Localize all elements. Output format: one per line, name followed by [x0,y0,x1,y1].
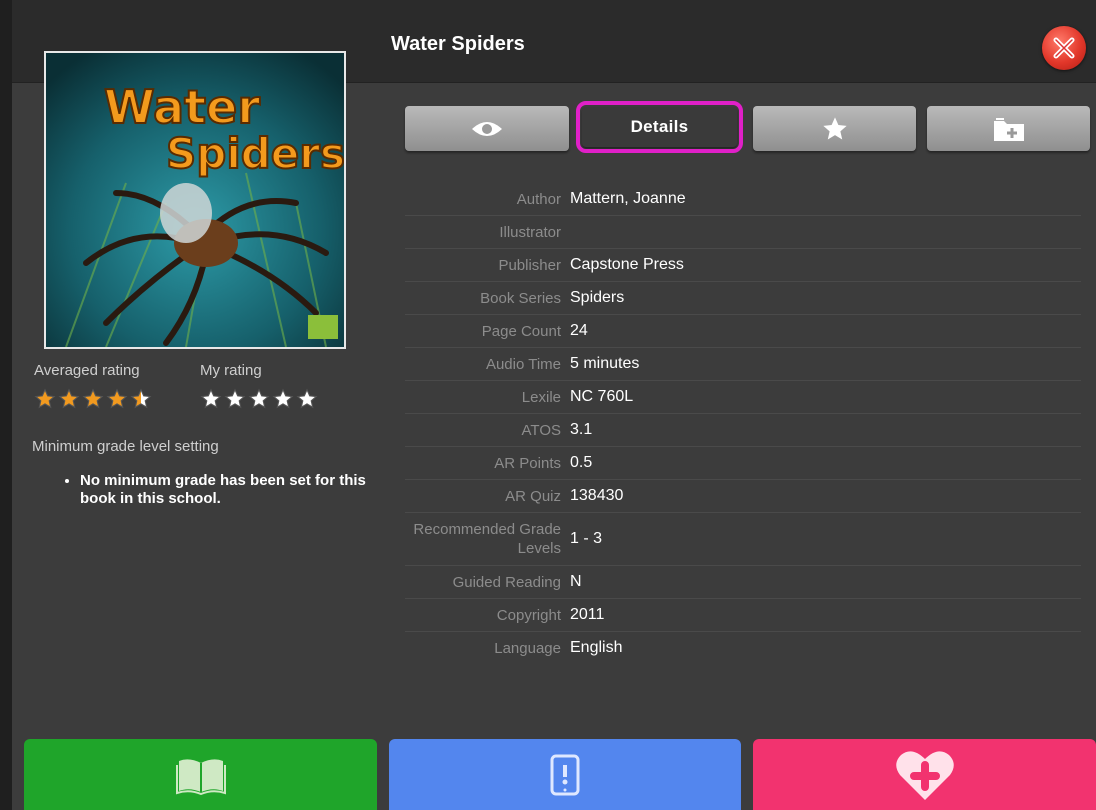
detail-value: N [570,573,582,590]
detail-value: English [570,639,623,656]
star-icon [224,388,246,409]
table-row: Publisher Capstone Press [405,249,1081,282]
table-row: ATOS 3.1 [405,414,1081,447]
star-icon [248,388,270,409]
table-row: Audio Time 5 minutes [405,348,1081,381]
table-row: AR Quiz 138430 [405,480,1081,513]
heart-plus-icon [895,750,954,800]
detail-value: 2011 [570,606,605,623]
detail-key: Author [516,190,561,208]
book-cover-image: Water Spiders [44,51,346,349]
detail-key: AR Quiz [505,487,561,505]
detail-value: 5 minutes [570,355,640,372]
detail-key: Copyright [496,606,561,624]
min-grade-title: Minimum grade level setting [32,438,219,455]
tab-preview[interactable] [405,106,569,151]
star-icon [130,388,152,409]
add-favorite-button[interactable] [753,739,1096,810]
star-icon [272,388,294,409]
table-row: Lexile NC 760L [405,381,1081,414]
detail-key: Illustrator [499,223,561,241]
detail-value: NC 760L [570,388,634,405]
table-row: Page Count 24 [405,315,1081,348]
my-rating-label: My rating [200,362,262,379]
averaged-rating-stars [34,388,152,410]
detail-value: 3.1 [570,421,593,438]
star-icon [822,116,847,139]
detail-key: Page Count [481,322,561,340]
table-row: Book Series Spiders [405,282,1081,315]
eye-icon [472,121,502,136]
details-table: Author Mattern, Joanne Illustrator Publis… [405,183,1081,664]
star-icon [34,388,56,409]
detail-key: Lexile [521,388,561,406]
detail-value: Spiders [570,289,625,306]
tablet-download-icon [550,754,580,795]
read-book-button[interactable] [24,739,377,810]
device-download-button[interactable] [389,739,741,810]
tab-add-to-folder[interactable] [927,106,1090,151]
folder-add-icon [993,117,1024,141]
star-icon [296,388,318,409]
tab-favorite[interactable] [753,106,916,151]
open-book-icon [175,758,226,795]
book-details-modal: Water Spiders Water Spiders Averaged rat… [12,0,1096,810]
detail-key: ATOS [521,421,561,439]
detail-value: 24 [570,322,588,339]
table-row: Guided Reading N [405,566,1081,599]
table-row: Copyright 2011 [405,599,1081,632]
cover-title-line1: Water [104,80,260,134]
detail-value: 138430 [570,487,624,504]
detail-key: Recommended Grade Levels [413,521,561,557]
star-icon [106,388,128,409]
close-icon [1053,37,1075,59]
table-row: Recommended Grade Levels 1 - 3 [405,513,1081,566]
star-icon [200,388,222,409]
list-item: No minimum grade has been set for this b… [80,472,370,508]
cover-title-line2: Spiders [166,129,344,178]
min-grade-list: No minimum grade has been set for this b… [64,472,370,508]
detail-key: Language [494,639,561,657]
tab-details-label: Details [630,117,689,136]
detail-value: 1 - 3 [570,530,603,547]
detail-value: Capstone Press [570,256,684,273]
tab-details[interactable]: Details [576,101,743,153]
detail-key: Book Series [480,289,561,307]
table-row: Illustrator [405,216,1081,249]
table-row: Author Mattern, Joanne [405,183,1081,216]
star-icon [58,388,80,409]
table-row: Language English [405,632,1081,664]
my-rating-stars[interactable] [200,388,318,410]
star-icon [82,388,104,409]
detail-value: Mattern, Joanne [570,190,686,207]
close-button[interactable] [1042,26,1086,70]
detail-key: Publisher [498,256,561,274]
averaged-rating-label: Averaged rating [34,362,140,379]
detail-value: 0.5 [570,454,593,471]
detail-key: Guided Reading [452,573,561,591]
detail-key: Audio Time [485,355,561,373]
book-title: Water Spiders [391,33,525,55]
detail-key: AR Points [494,454,561,472]
table-row: AR Points 0.5 [405,447,1081,480]
